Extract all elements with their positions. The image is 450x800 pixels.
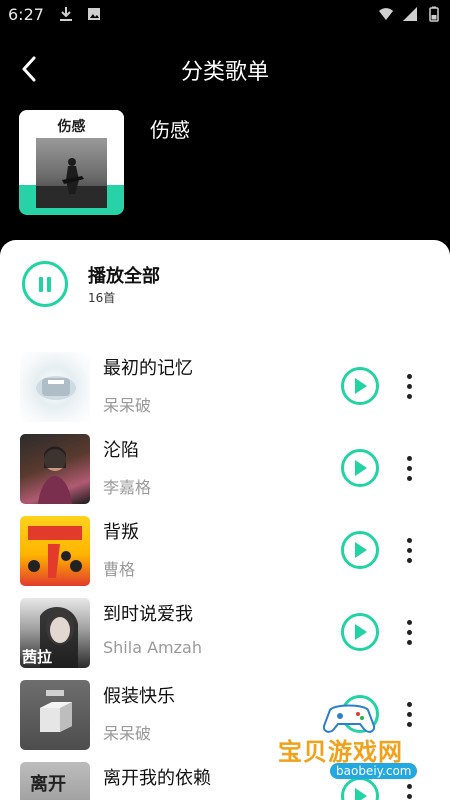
watermark: 宝贝游戏网 baobeiy.com xyxy=(278,700,448,780)
song-title: 到时说爱我 xyxy=(103,604,193,625)
song-row[interactable]: 最初的记忆 呆呆破 xyxy=(0,342,450,424)
song-play-button[interactable] xyxy=(341,777,379,800)
song-title: 离开我的依赖 xyxy=(103,768,211,789)
more-dot xyxy=(406,619,412,625)
song-title: 最初的记忆 xyxy=(103,358,193,379)
album-art-icon xyxy=(38,446,72,504)
album-art-icon xyxy=(36,376,76,400)
download-icon xyxy=(60,7,72,21)
thumb-caption: 茜拉 xyxy=(22,648,53,666)
song-play-button[interactable] xyxy=(341,367,379,405)
more-dot xyxy=(406,547,412,553)
status-time: 6:27 xyxy=(8,5,44,24)
playlist-name: 伤感 xyxy=(150,118,190,142)
more-dot xyxy=(406,455,412,461)
playlist-cover: 伤感 xyxy=(19,110,124,215)
song-title: 背叛 xyxy=(103,522,139,543)
status-icons-left xyxy=(58,6,102,22)
more-dot xyxy=(406,373,412,379)
image-icon xyxy=(88,8,100,20)
play-all-row[interactable]: 播放全部 16首 xyxy=(0,240,450,320)
song-artist: 呆呆破 xyxy=(103,396,152,415)
song-row[interactable]: 背叛 曹格 xyxy=(0,506,450,588)
song-artist: 李嘉格 xyxy=(103,478,152,497)
cover-photo xyxy=(36,138,107,208)
song-play-button[interactable] xyxy=(341,531,379,569)
album-art-icon xyxy=(40,690,72,732)
watermark-url: baobeiy.com xyxy=(330,763,418,779)
more-options-button[interactable] xyxy=(400,612,418,652)
more-dot xyxy=(406,629,412,635)
signal-icon xyxy=(403,7,417,21)
more-dot xyxy=(406,639,412,645)
song-artist: 呆呆破 xyxy=(103,724,152,743)
more-options-button[interactable] xyxy=(400,530,418,570)
more-dot xyxy=(406,393,412,399)
more-dot xyxy=(406,793,412,799)
song-row[interactable]: 沦陷 李嘉格 xyxy=(0,424,450,506)
play-icon xyxy=(355,378,367,394)
more-dot xyxy=(406,783,412,789)
page-title: 分类歌单 xyxy=(180,60,269,85)
album-art-icon xyxy=(28,526,82,578)
thumb-caption: 离开 xyxy=(30,774,66,795)
song-thumbnail xyxy=(20,680,90,750)
play-icon xyxy=(355,624,367,640)
song-title: 假装快乐 xyxy=(103,686,175,707)
more-dot xyxy=(406,557,412,563)
more-dot xyxy=(406,475,412,481)
guitarist-silhouette-icon xyxy=(36,158,107,208)
song-artist: 曹格 xyxy=(103,560,136,579)
status-icons-right xyxy=(378,6,442,22)
song-title: 沦陷 xyxy=(103,440,139,461)
cover-label: 伤感 xyxy=(57,119,86,135)
play-all-button[interactable] xyxy=(22,261,68,307)
play-all-label: 播放全部 xyxy=(88,266,160,287)
song-thumbnail: 离开 xyxy=(20,762,90,800)
pause-icon-bar xyxy=(47,276,51,292)
song-count: 16首 xyxy=(88,291,116,305)
header: 分类歌单 xyxy=(0,40,450,96)
status-bar: 6:27 xyxy=(0,0,450,30)
more-dot xyxy=(406,465,412,471)
battery-icon xyxy=(429,6,439,22)
gamepad-icon xyxy=(322,704,376,733)
watermark-text: 宝贝游戏网 xyxy=(278,738,403,766)
pause-icon xyxy=(39,276,43,292)
song-artist: Shila Amzah xyxy=(103,638,202,657)
song-thumbnail: 茜拉 xyxy=(20,598,90,668)
song-play-button[interactable] xyxy=(341,449,379,487)
play-icon xyxy=(355,788,367,800)
play-icon xyxy=(355,460,367,476)
song-play-button[interactable] xyxy=(341,613,379,651)
play-icon xyxy=(355,542,367,558)
song-row[interactable]: 茜拉 到时说爱我 Shila Amzah xyxy=(0,588,450,670)
song-thumbnail xyxy=(20,434,90,504)
song-thumbnail xyxy=(20,516,90,586)
song-thumbnail xyxy=(20,352,90,422)
more-options-button[interactable] xyxy=(400,366,418,406)
wifi-icon xyxy=(379,8,393,20)
more-dot xyxy=(406,537,412,543)
more-options-button[interactable] xyxy=(400,448,418,488)
more-dot xyxy=(406,383,412,389)
